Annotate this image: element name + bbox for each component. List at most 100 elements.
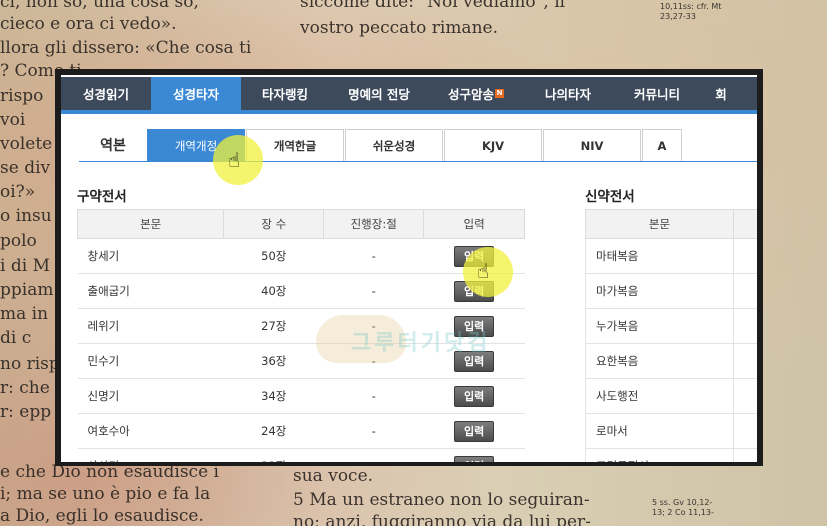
nav-item[interactable]: 명예의 전당 xyxy=(329,77,429,110)
book-name: 출애굽기 xyxy=(77,273,224,309)
background-text-line: no risp xyxy=(0,354,60,374)
progress-value: - xyxy=(323,238,424,274)
chapter-count: 21장 xyxy=(223,448,324,462)
hand-cursor-icon: ☝ xyxy=(228,148,241,172)
book-name[interactable]: 요한복음 xyxy=(585,343,734,379)
app-content: 성경읽기 성경타자 타자랭킹 명예의 전당 성구암송 N 나의타자 커뮤니티 회 역본 개역개정… xyxy=(61,75,757,462)
input-cell: 입력 xyxy=(423,413,525,449)
progress-value: - xyxy=(323,273,424,309)
nav-item[interactable]: 성경타자 xyxy=(151,77,241,110)
book-name: 민수기 xyxy=(77,343,224,379)
table-row: 여호수아 24장 - 입력 xyxy=(77,413,525,449)
background-text-line: i; ma se uno è pio e fa la xyxy=(0,484,211,504)
nav-item-label: 성경읽기 xyxy=(82,87,129,102)
background-text-line: o insu xyxy=(0,206,52,226)
table-row: 사사기21장- 입력 xyxy=(77,448,525,462)
background-text-line: se div xyxy=(0,158,51,178)
background-text-line: vostro peccato rimane. xyxy=(300,18,498,38)
column-header: 장 수 xyxy=(223,209,325,239)
book-name[interactable]: 누가복음 xyxy=(585,308,734,344)
nav-item-label: 회 xyxy=(715,87,727,102)
book-name[interactable]: 고린도전서 xyxy=(585,448,734,462)
nav-item[interactable]: 성구암송 N xyxy=(429,77,523,110)
book-name[interactable]: 사도행전 xyxy=(585,378,734,414)
input-cell: 입력 xyxy=(423,378,525,414)
version-tab[interactable]: KJV xyxy=(444,129,542,161)
table-row: 로마서 xyxy=(585,413,757,449)
old-testament-title: 구약전서 xyxy=(77,189,127,205)
table-cell xyxy=(733,413,757,449)
background-text-line: r: che xyxy=(0,378,50,398)
input-button[interactable]: 입력 xyxy=(454,420,495,442)
watermark-text: 그루터기닷컴 xyxy=(351,331,491,356)
input-button[interactable]: 입력 xyxy=(454,385,495,407)
nav-item[interactable]: 성경읽기 xyxy=(61,77,151,110)
nav-item-label: 성구암송 xyxy=(447,87,494,102)
input-button[interactable]: 입력 xyxy=(454,455,495,462)
background-text-line: r: epp xyxy=(0,402,52,422)
book-name: 신명기 xyxy=(77,378,224,414)
table-row: 요한복음 xyxy=(585,343,757,379)
table-row: 마가복음 xyxy=(585,273,757,309)
nav-item[interactable]: 타자랭킹 xyxy=(241,77,329,110)
version-tab[interactable]: 쉬운성경 xyxy=(345,129,443,161)
background-text-line: 5 Ma un estraneo non lo seguiran- xyxy=(293,490,590,510)
table-row: 신명기 34장 - 입력 xyxy=(77,378,525,414)
table-cell xyxy=(733,343,757,379)
background-text-line: oi?» xyxy=(0,182,36,202)
margin-note-top: 10,11ss: cfr. Mt 23,27-33 xyxy=(660,2,722,21)
background-text-line: no; anzi, fuggiranno via da lui per- xyxy=(293,512,591,526)
book-name: 여호수아 xyxy=(77,413,224,449)
app-window: 성경읽기 성경타자 타자랭킹 명예의 전당 성구암송 N 나의타자 커뮤니티 회 역본 개역개정… xyxy=(55,69,763,466)
column-header: 본문 xyxy=(585,209,734,239)
nav-item-label: 명예의 전당 xyxy=(348,87,410,102)
nav-item-label: 성경타자 xyxy=(172,87,219,102)
book-name: 창세기 xyxy=(77,238,224,274)
version-tabs: 역본 개역개정 개역한글 쉬운성경 KJV NIV A xyxy=(79,129,757,162)
progress-value: - xyxy=(323,448,424,462)
column-header: 진행장:절 xyxy=(323,209,425,239)
background-text-line: ci, non so, una cosa so, xyxy=(0,0,199,12)
background-text-line: volete xyxy=(0,134,53,154)
background-text-line: voi xyxy=(0,110,26,130)
column-header: 입력 xyxy=(423,209,525,239)
table-row: 사도행전 xyxy=(585,378,757,414)
background-text-line: i di M xyxy=(0,256,50,276)
table-row: 마태복음 xyxy=(585,238,757,274)
background-text-line: llora gli dissero: «Che cosa ti xyxy=(0,38,252,58)
background-text-line: a Dio, egli lo esaudisce. xyxy=(0,506,204,526)
background-text-line: siccome dite: "Noi vediamo", il xyxy=(300,0,566,12)
chapter-count: 40장 xyxy=(223,273,324,309)
chapter-count: 27장 xyxy=(223,308,324,344)
background-text-line: polo xyxy=(0,231,37,251)
chapter-count: 50장 xyxy=(223,238,324,274)
margin-note-bottom: 5 ss. Gv 10,12- 13; 2 Co 11,13- xyxy=(652,498,714,517)
book-name[interactable]: 마태복음 xyxy=(585,238,734,274)
background-text-line: di c xyxy=(0,328,32,348)
version-tab[interactable]: NIV xyxy=(543,129,641,161)
table-row: 누가복음 xyxy=(585,308,757,344)
column-header-partial xyxy=(732,209,757,239)
version-tab[interactable]: A xyxy=(642,129,682,161)
column-header: 본문 xyxy=(76,209,225,239)
nav-item[interactable]: 커뮤니티 xyxy=(613,77,701,110)
nav-item-label: 타자랭킹 xyxy=(261,87,308,102)
top-navigation: 성경읽기 성경타자 타자랭킹 명예의 전당 성구암송 N 나의타자 커뮤니티 회 xyxy=(61,77,757,114)
new-testament-table: 본문 마태복음마가복음누가복음요한복음사도행전로마서고린도전서 xyxy=(585,209,757,462)
table-row: 창세기50장-입력 xyxy=(77,238,525,274)
table-cell xyxy=(733,238,757,274)
chapter-count: 34장 xyxy=(223,378,324,414)
nav-item[interactable]: 나의타자 xyxy=(523,77,613,110)
background-text-line: cieco e ora ci vedo». xyxy=(0,14,177,34)
background-text-line: ppiam xyxy=(0,280,54,300)
chapter-count: 36장 xyxy=(223,343,324,379)
hand-cursor-icon: ☝ xyxy=(477,259,490,283)
book-name[interactable]: 마가복음 xyxy=(585,273,734,309)
nav-item-label: 나의타자 xyxy=(544,87,591,102)
chapter-count: 24장 xyxy=(223,413,324,449)
nav-item[interactable]: 회 xyxy=(701,77,741,110)
book-name[interactable]: 로마서 xyxy=(585,413,734,449)
book-name: 레위기 xyxy=(77,308,224,344)
version-label: 역본 xyxy=(100,138,126,154)
table-row: 출애굽기40장-입력 xyxy=(77,273,525,309)
